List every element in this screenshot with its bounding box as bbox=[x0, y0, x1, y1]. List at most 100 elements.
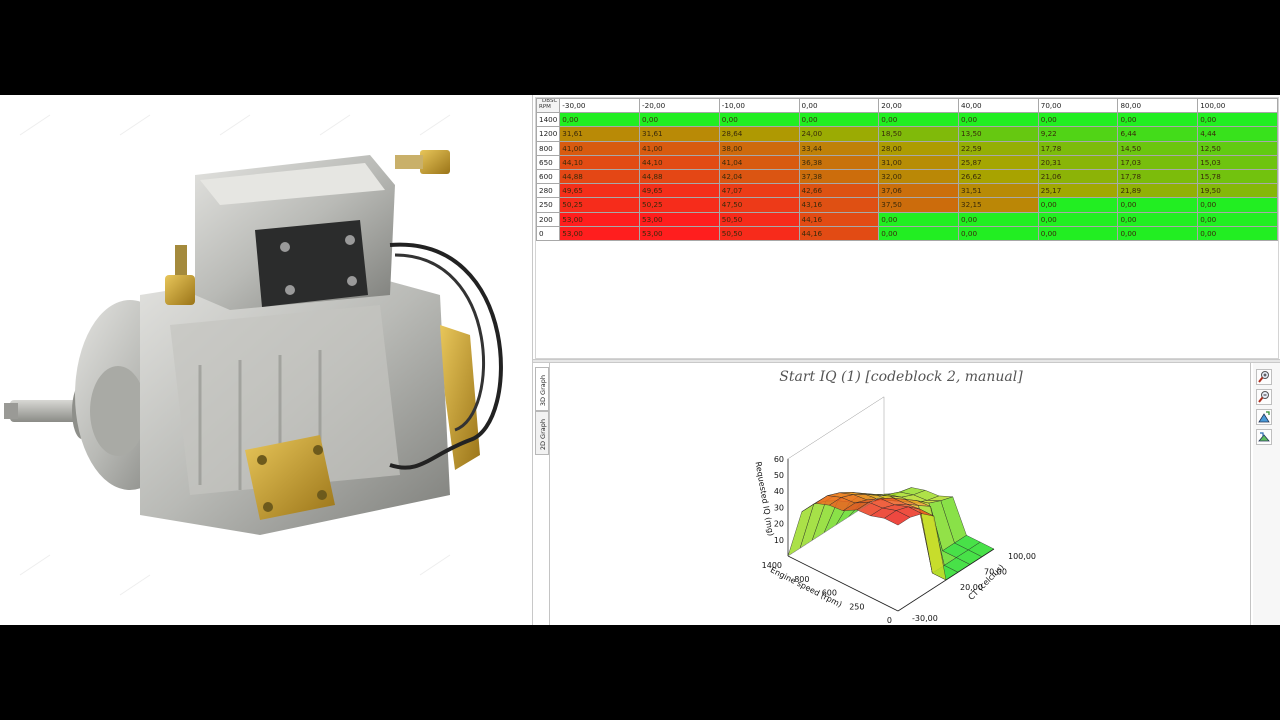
map-cell[interactable]: 0,00 bbox=[878, 112, 960, 128]
rotate-up-button[interactable] bbox=[1256, 409, 1272, 425]
rotate-down-button[interactable] bbox=[1256, 429, 1272, 445]
map-column-header[interactable]: 0,00 bbox=[798, 97, 880, 114]
map-cell[interactable]: 53,00 bbox=[559, 225, 641, 241]
map-cell[interactable]: 0,00 bbox=[958, 225, 1039, 241]
map-cell[interactable]: 50,50 bbox=[718, 211, 800, 227]
map-cell[interactable]: 0,00 bbox=[1117, 112, 1199, 128]
map-cell[interactable]: 0,00 bbox=[1117, 211, 1199, 227]
map-row-header[interactable]: 0 bbox=[535, 225, 561, 241]
map-column-header[interactable]: 70,00 bbox=[1037, 97, 1119, 114]
map-cell[interactable]: 31,51 bbox=[958, 183, 1039, 199]
map-cell[interactable]: 0,00 bbox=[1037, 112, 1119, 128]
map-cell[interactable]: 25,87 bbox=[958, 154, 1039, 170]
tab-2d-graph[interactable]: 2D Graph bbox=[535, 411, 549, 455]
map-cell[interactable]: 53,00 bbox=[559, 211, 641, 227]
map-cell[interactable]: 42,66 bbox=[798, 183, 880, 199]
map-cell[interactable]: 21,89 bbox=[1117, 183, 1199, 199]
map-cell[interactable]: 53,00 bbox=[639, 211, 720, 227]
map-row-header[interactable]: 250 bbox=[535, 197, 561, 213]
map-cell[interactable]: 0,00 bbox=[1117, 197, 1199, 213]
map-cell[interactable]: 53,00 bbox=[639, 225, 720, 241]
map-column-header[interactable]: -10,00 bbox=[718, 97, 800, 114]
map-cell[interactable]: 49,65 bbox=[559, 183, 641, 199]
map-cell[interactable]: 17,78 bbox=[1037, 140, 1119, 156]
map-cell[interactable]: 13,50 bbox=[958, 126, 1039, 142]
map-cell[interactable]: 38,00 bbox=[718, 140, 800, 156]
map-cell[interactable]: 44,16 bbox=[798, 211, 880, 227]
map-row-header[interactable]: 200 bbox=[535, 211, 561, 227]
map-cell[interactable]: 44,88 bbox=[639, 168, 720, 185]
map-cell[interactable]: 41,00 bbox=[639, 140, 720, 156]
map-cell[interactable]: 6,44 bbox=[1117, 126, 1199, 142]
map-cell[interactable]: 50,25 bbox=[639, 197, 720, 213]
map-cell[interactable]: 9,22 bbox=[1037, 126, 1119, 142]
map-cell[interactable]: 0,00 bbox=[1197, 197, 1278, 213]
map-cell[interactable]: 31,61 bbox=[559, 126, 641, 142]
map-cell[interactable]: 12,50 bbox=[1197, 140, 1278, 156]
map-cell[interactable]: 0,00 bbox=[1197, 112, 1278, 128]
map-cell[interactable]: 0,00 bbox=[1197, 225, 1278, 241]
map-cell[interactable]: 50,25 bbox=[559, 197, 641, 213]
map-cell[interactable]: 44,10 bbox=[639, 154, 720, 170]
map-column-header[interactable]: -20,00 bbox=[639, 97, 720, 114]
map-cell[interactable]: 26,62 bbox=[958, 168, 1039, 185]
map-cell[interactable]: 44,16 bbox=[798, 225, 880, 241]
map-cell[interactable]: 15,03 bbox=[1197, 154, 1278, 170]
map-cell[interactable]: 31,00 bbox=[878, 154, 960, 170]
map-cell[interactable]: 25,17 bbox=[1037, 183, 1119, 199]
map-cell[interactable]: 31,61 bbox=[639, 126, 720, 142]
map-row-header[interactable]: 1400 bbox=[535, 112, 561, 128]
map-row-header[interactable]: 600 bbox=[535, 168, 561, 185]
map-cell[interactable]: 33,44 bbox=[798, 140, 880, 156]
map-cell[interactable]: 43,16 bbox=[798, 197, 880, 213]
map-cell[interactable]: 0,00 bbox=[1037, 197, 1119, 213]
zoom-in-button[interactable] bbox=[1256, 369, 1272, 385]
graph-3d-canvas[interactable]: Start IQ (1) [codeblock 2, manual] 60 50 4… bbox=[549, 363, 1251, 625]
map-cell[interactable]: 0,00 bbox=[1117, 225, 1199, 241]
map-cell[interactable]: 41,00 bbox=[559, 140, 641, 156]
map-cell[interactable]: 0,00 bbox=[639, 112, 720, 128]
map-column-header[interactable]: 100,00 bbox=[1197, 97, 1278, 114]
map-row-header[interactable]: 650 bbox=[535, 154, 561, 170]
map-cell[interactable]: 28,00 bbox=[878, 140, 960, 156]
map-cell[interactable]: 14,50 bbox=[1117, 140, 1199, 156]
map-cell[interactable]: 0,00 bbox=[958, 112, 1039, 128]
map-cell[interactable]: 32,00 bbox=[878, 168, 960, 185]
map-cell[interactable]: 49,65 bbox=[639, 183, 720, 199]
map-row-header[interactable]: 800 bbox=[535, 140, 561, 156]
map-cell[interactable]: 0,00 bbox=[1037, 211, 1119, 227]
tab-3d-graph[interactable]: 3D Graph bbox=[535, 367, 549, 411]
map-cell[interactable]: 32,15 bbox=[958, 197, 1039, 213]
map-cell[interactable]: 0,00 bbox=[1037, 225, 1119, 241]
map-cell[interactable]: 0,00 bbox=[958, 211, 1039, 227]
map-cell[interactable]: 0,00 bbox=[798, 112, 880, 128]
map-cell[interactable]: 19,50 bbox=[1197, 183, 1278, 199]
map-row-header[interactable]: 280 bbox=[535, 183, 561, 199]
map-cell[interactable]: 17,03 bbox=[1117, 154, 1199, 170]
map-cell[interactable]: 0,00 bbox=[718, 112, 800, 128]
map-cell[interactable]: 37,50 bbox=[878, 197, 960, 213]
map-cell[interactable]: 44,88 bbox=[559, 168, 641, 185]
map-cell[interactable]: 47,07 bbox=[718, 183, 800, 199]
map-row-header[interactable]: 1200 bbox=[535, 126, 561, 142]
map-cell[interactable]: 36,38 bbox=[798, 154, 880, 170]
map-column-header[interactable]: 40,00 bbox=[958, 97, 1039, 114]
map-cell[interactable]: 21,06 bbox=[1037, 168, 1119, 185]
map-cell[interactable]: 37,38 bbox=[798, 168, 880, 185]
map-cell[interactable]: 37,06 bbox=[878, 183, 960, 199]
map-cell[interactable]: 41,04 bbox=[718, 154, 800, 170]
map-cell[interactable]: 24,00 bbox=[798, 126, 880, 142]
map-column-header[interactable]: 80,00 bbox=[1117, 97, 1199, 114]
map-cell[interactable]: 17,78 bbox=[1117, 168, 1199, 185]
zoom-out-button[interactable] bbox=[1256, 389, 1272, 405]
map-cell[interactable]: 0,00 bbox=[1197, 211, 1278, 227]
map-cell[interactable]: 0,00 bbox=[878, 211, 960, 227]
map-cell[interactable]: 20,31 bbox=[1037, 154, 1119, 170]
map-cell[interactable]: 0,00 bbox=[559, 112, 641, 128]
map-column-header[interactable]: 20,00 bbox=[878, 97, 960, 114]
map-column-header[interactable]: -30,00 bbox=[559, 97, 641, 114]
map-cell[interactable]: 28,64 bbox=[718, 126, 800, 142]
map-cell[interactable]: 18,50 bbox=[878, 126, 960, 142]
map-cell[interactable]: 4,44 bbox=[1197, 126, 1278, 142]
map-cell[interactable]: 15,78 bbox=[1197, 168, 1278, 185]
